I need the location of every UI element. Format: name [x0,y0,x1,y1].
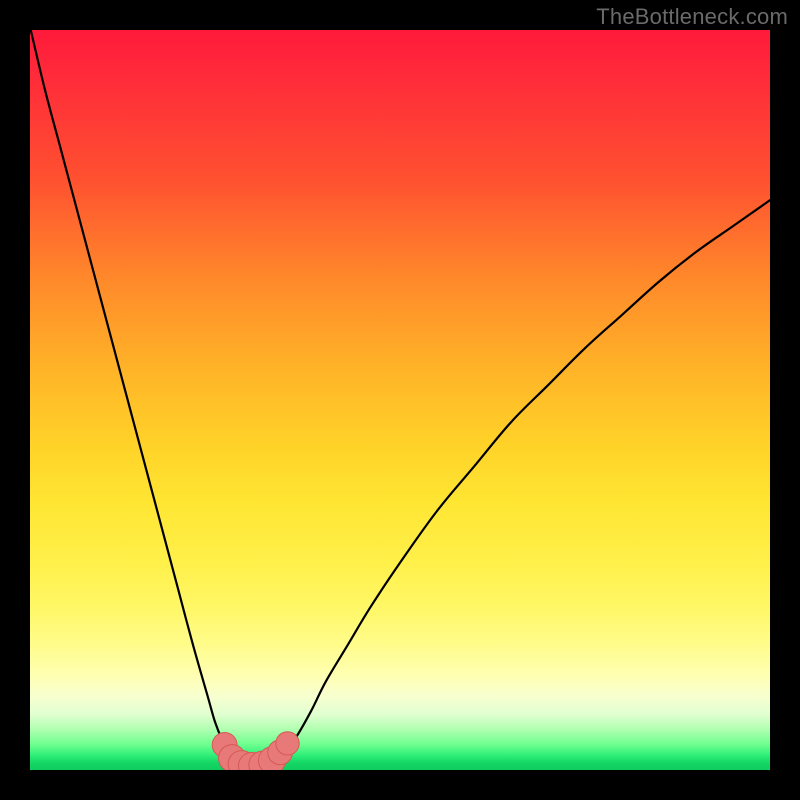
watermark-text: TheBottleneck.com [596,4,788,30]
trough-marker [276,732,299,755]
plot-area [30,30,770,770]
curve-right-branch [278,200,770,759]
chart-svg [30,30,770,770]
curve-left-branch [31,30,234,760]
curve-group [31,30,770,765]
trough-markers [212,732,299,770]
frame: TheBottleneck.com [0,0,800,800]
